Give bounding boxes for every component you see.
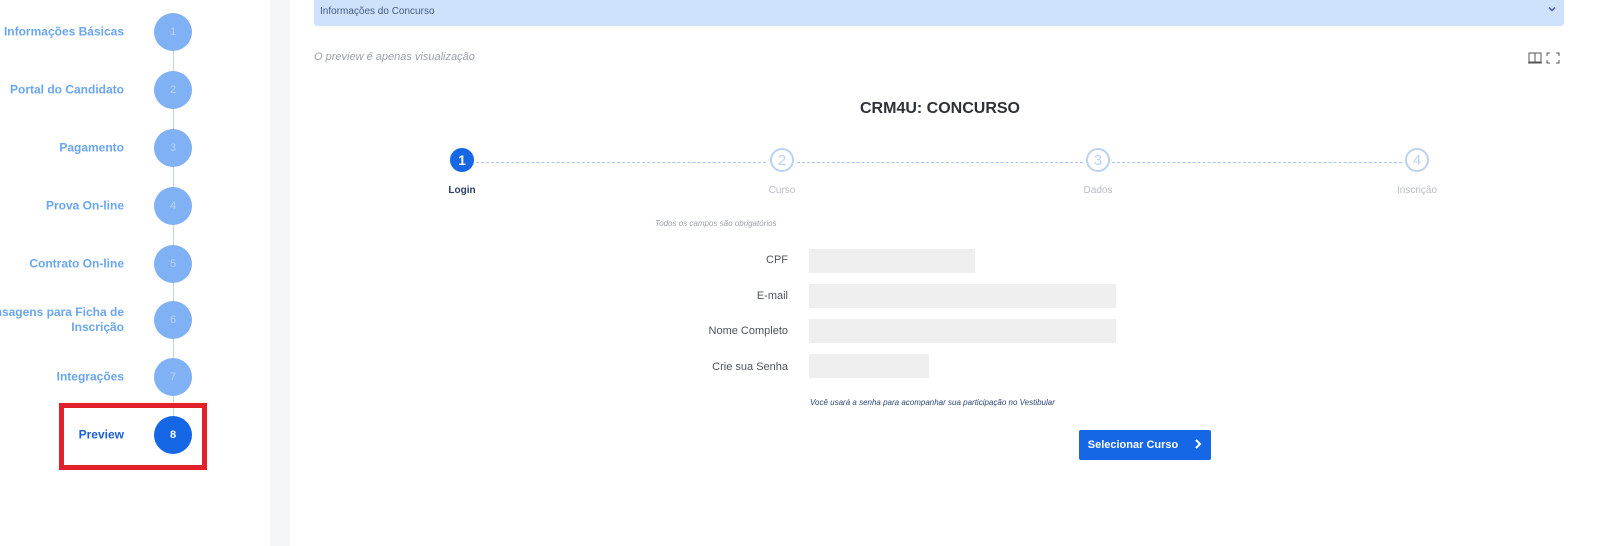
wizard-step-label: Inscrição (1396, 185, 1437, 196)
chevron-right-icon (1194, 438, 1202, 452)
senha-field[interactable] (809, 354, 929, 378)
cpf-label: CPF (766, 254, 788, 266)
nome-completo-field[interactable] (809, 319, 1116, 343)
wizard-sidebar: Informações Básicas 1 Portal do Candidat… (0, 0, 270, 546)
step-number-badge: 1 (154, 13, 192, 51)
wizard-step-circle: 2 (770, 148, 794, 172)
preview-note: O preview é apenas visualização (314, 51, 475, 63)
sidebar-step-contrato-online[interactable]: Contrato On-line 5 (0, 244, 270, 284)
step-number-badge: 5 (154, 245, 192, 283)
step-number-badge: 3 (154, 129, 192, 167)
wizard-step-circle: 4 (1405, 148, 1429, 172)
wizard-connector (476, 162, 766, 163)
step-label: Pagamento (59, 140, 124, 155)
step-number-badge: 7 (154, 358, 192, 396)
sidebar-step-informacoes-basicas[interactable]: Informações Básicas 1 (0, 12, 270, 52)
step-number-badge: 2 (154, 71, 192, 109)
email-label: E-mail (756, 290, 788, 302)
senha-label: Crie sua Senha (712, 361, 788, 373)
wizard-step-circle: 1 (450, 148, 474, 172)
cpf-field[interactable] (809, 249, 975, 273)
wizard-step-label: Dados (1083, 185, 1113, 196)
step-label: Portal do Candidato (10, 82, 124, 97)
sidebar-step-prova-online[interactable]: Prova On-line 4 (0, 186, 270, 226)
wizard-step-label: Curso (768, 185, 796, 196)
form-title: CRM4U: CONCURSO (860, 100, 1020, 117)
step-label: Contrato On-line (29, 256, 124, 271)
highlight-annotation-box (59, 403, 207, 470)
wizard-step-label: Login (448, 185, 476, 196)
step-label: Prova On-line (45, 198, 124, 213)
split-view-icon[interactable] (1528, 51, 1542, 64)
required-fields-note: Todos os campos são obrigatórios (655, 219, 777, 228)
nome-completo-label: Nome Completo (708, 325, 788, 337)
wizard-step-circle: 3 (1086, 148, 1110, 172)
password-hint: Você usará a senha para acompanhar sua p… (810, 398, 1055, 407)
concurso-info-accordion[interactable]: Informações do Concurso (314, 0, 1564, 26)
step-label: Informações Básicas (3, 24, 124, 39)
sidebar-step-mensagens-ficha[interactable]: Mensagens para Ficha de Inscrição 6 (0, 300, 270, 340)
step-number-badge: 4 (154, 187, 192, 225)
fullscreen-icon[interactable] (1546, 51, 1560, 64)
sidebar-step-portal-do-candidato[interactable]: Portal do Candidato 2 (0, 70, 270, 110)
sidebar-step-pagamento[interactable]: Pagamento 3 (0, 128, 270, 168)
chevron-down-icon[interactable] (1548, 4, 1556, 16)
step-number-badge: 6 (154, 301, 192, 339)
wizard-connector (797, 162, 1083, 163)
preview-toolbar (1528, 51, 1562, 65)
accordion-title: Informações do Concurso (320, 6, 435, 17)
panel-divider (270, 0, 290, 546)
wizard-connector (1112, 162, 1402, 163)
email-field[interactable] (809, 284, 1116, 308)
button-label: Selecionar Curso (1087, 439, 1179, 451)
selecionar-curso-button[interactable]: Selecionar Curso (1079, 430, 1211, 460)
step-label: Mensagens para Ficha de Inscrição (0, 305, 124, 334)
step-label: Integrações (56, 369, 124, 384)
sidebar-step-integracoes[interactable]: Integrações 7 (0, 357, 270, 397)
